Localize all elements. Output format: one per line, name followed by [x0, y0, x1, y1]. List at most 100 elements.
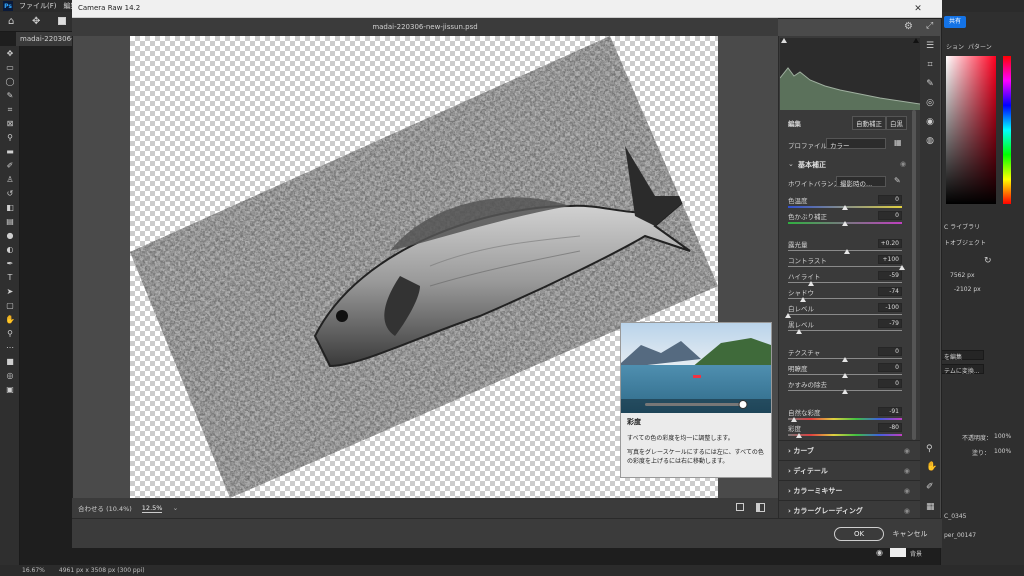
- slider-track[interactable]: [788, 266, 902, 267]
- eye-icon[interactable]: ◉: [900, 160, 906, 168]
- slider-track[interactable]: [788, 434, 902, 436]
- zoom-status[interactable]: 16.67%: [22, 567, 45, 574]
- slider-track[interactable]: [788, 418, 902, 420]
- document-tab[interactable]: madai-220306-n: [16, 32, 76, 46]
- quick-select-icon[interactable]: ✎: [2, 89, 18, 102]
- slider-thumb[interactable]: [842, 373, 848, 378]
- slider-value[interactable]: 0: [878, 379, 902, 388]
- blur-tool-icon[interactable]: ●: [2, 229, 18, 242]
- slider-value[interactable]: -91: [878, 407, 902, 416]
- slider-track[interactable]: [788, 314, 902, 315]
- stamp-tool-icon[interactable]: ♙: [2, 173, 18, 186]
- hand-tool-icon[interactable]: ✋: [2, 313, 18, 326]
- slider-thumb[interactable]: [796, 433, 803, 438]
- reset-icon[interactable]: ↻: [984, 256, 992, 266]
- slider-value[interactable]: -100: [878, 303, 902, 312]
- single-view-icon[interactable]: [736, 503, 744, 511]
- eye-icon[interactable]: ◉: [876, 548, 883, 557]
- chevron-down-icon[interactable]: ⌄: [788, 160, 794, 168]
- layer-name[interactable]: 背景: [910, 549, 922, 558]
- chevron-down-icon[interactable]: ⌄: [172, 504, 178, 512]
- bw-button[interactable]: 白黒: [886, 116, 907, 130]
- brush-tool-icon[interactable]: ✐: [2, 159, 18, 172]
- slider-value[interactable]: +0.20: [878, 239, 902, 248]
- eye-icon[interactable]: ◉: [904, 507, 910, 515]
- slider-thumb[interactable]: [899, 265, 905, 270]
- convert-to-layers-button[interactable]: テムに変換...: [940, 364, 984, 375]
- home-icon[interactable]: ⌂: [8, 16, 14, 27]
- section-detail[interactable]: › ディテール ◉: [778, 460, 920, 480]
- auto-select-checkbox[interactable]: [58, 17, 66, 25]
- slider-value[interactable]: -79: [878, 319, 902, 328]
- slider-thumb[interactable]: [844, 249, 851, 254]
- zoom-fit-button[interactable]: 合わせる (10.4%): [78, 503, 132, 513]
- fill-value[interactable]: 100%: [994, 448, 1011, 455]
- gradient-icon[interactable]: ▤: [2, 215, 18, 228]
- move-tool-icon[interactable]: ✥: [32, 16, 40, 27]
- slider-value[interactable]: -59: [878, 271, 902, 280]
- marquee-tool-icon[interactable]: ▭: [2, 61, 18, 74]
- healing-brush-icon[interactable]: ▬: [2, 145, 18, 158]
- sampler-icon[interactable]: ✐: [926, 482, 934, 492]
- eraser-icon[interactable]: ◧: [2, 201, 18, 214]
- slider-thumb[interactable]: [842, 389, 848, 394]
- profile-dropdown[interactable]: カラー: [826, 138, 886, 150]
- auto-button[interactable]: 自動補正: [852, 116, 886, 130]
- lasso-tool-icon[interactable]: ◯: [2, 75, 18, 88]
- color-swatch-icon[interactable]: ■: [2, 355, 18, 368]
- doc-size-status[interactable]: 4961 px x 3508 px (300 ppi): [59, 567, 145, 574]
- eyedropper-icon[interactable]: ⚲: [2, 131, 18, 144]
- close-icon[interactable]: ✕: [914, 4, 922, 14]
- shadow-clip-indicator[interactable]: [781, 38, 787, 43]
- section-color-mixer[interactable]: › カラーミキサー ◉: [778, 480, 920, 500]
- slider-thumb[interactable]: [842, 357, 848, 362]
- share-button[interactable]: 共有: [944, 16, 966, 28]
- ok-button[interactable]: OK: [834, 527, 884, 541]
- highlight-clip-indicator[interactable]: [913, 38, 919, 43]
- history-brush-icon[interactable]: ↺: [2, 187, 18, 200]
- edit-sliders-icon[interactable]: ☰: [923, 39, 937, 53]
- gear-icon[interactable]: ⚙: [904, 21, 913, 32]
- slider-thumb[interactable]: [796, 329, 803, 334]
- slider-value[interactable]: 0: [878, 363, 902, 372]
- height-value[interactable]: -2102 px: [954, 286, 981, 293]
- slider-thumb[interactable]: [785, 313, 791, 318]
- slider-value[interactable]: -80: [878, 423, 902, 432]
- zoom-tool-icon[interactable]: ⚲: [2, 327, 18, 340]
- section-curve[interactable]: › カーブ ◉: [778, 440, 920, 460]
- slider-track[interactable]: [788, 282, 902, 283]
- slider-value[interactable]: 0: [878, 195, 902, 204]
- slider-value[interactable]: 0: [878, 347, 902, 356]
- panel-tab-gradient[interactable]: ション: [946, 42, 964, 51]
- crop-tool-icon[interactable]: ⌗: [2, 103, 18, 116]
- white-balance-dropdown[interactable]: 撮影時の...: [836, 176, 886, 188]
- panel-scrollbar[interactable]: [912, 110, 916, 440]
- width-value[interactable]: 7562 px: [950, 272, 975, 279]
- slider-thumb[interactable]: [842, 221, 848, 226]
- fullscreen-icon[interactable]: ⤢: [926, 21, 933, 31]
- zoom-level[interactable]: 12.5%: [141, 504, 163, 513]
- red-eye-icon[interactable]: ◉: [923, 115, 937, 129]
- slider-thumb[interactable]: [790, 417, 797, 422]
- cancel-button[interactable]: キャンセル: [890, 527, 930, 541]
- panel-tab-pattern[interactable]: パターン: [968, 42, 992, 51]
- opacity-value[interactable]: 100%: [994, 433, 1011, 440]
- menu-file[interactable]: ファイル(F): [19, 1, 57, 11]
- slider-thumb[interactable]: [807, 281, 814, 286]
- grid-icon[interactable]: ▦: [926, 502, 935, 512]
- eye-icon[interactable]: ◉: [904, 467, 910, 475]
- basic-section-title[interactable]: 基本補正: [798, 160, 826, 170]
- move-tool-icon[interactable]: ✥: [2, 47, 18, 60]
- layer-name[interactable]: C_0345: [944, 513, 966, 520]
- quick-mask-icon[interactable]: ◎: [2, 369, 18, 382]
- path-select-icon[interactable]: ➤: [2, 285, 18, 298]
- more-tools-icon[interactable]: ⋯: [2, 341, 18, 354]
- slider-value[interactable]: +100: [878, 255, 902, 264]
- section-color-grading[interactable]: › カラーグレーディング ◉: [778, 500, 920, 520]
- eye-icon[interactable]: ◉: [904, 487, 910, 495]
- hue-slider[interactable]: [1003, 56, 1011, 204]
- layer-name[interactable]: per_00147: [944, 532, 976, 539]
- type-tool-icon[interactable]: T: [2, 271, 18, 284]
- presets-icon[interactable]: ◍: [923, 134, 937, 148]
- mask-icon[interactable]: ◎: [923, 96, 937, 110]
